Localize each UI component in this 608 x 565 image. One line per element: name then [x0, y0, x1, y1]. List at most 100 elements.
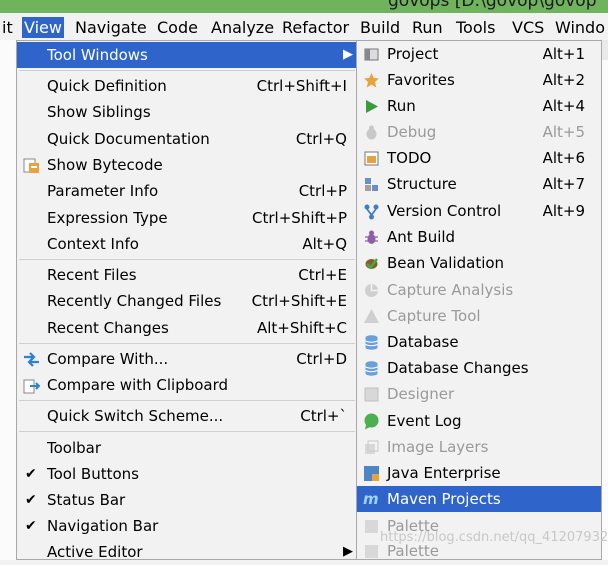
- menu-item-database[interactable]: Database: [357, 329, 601, 355]
- menu-separator: [19, 259, 355, 260]
- project-icon: [364, 48, 379, 61]
- menu-item-designer[interactable]: Designer: [357, 381, 601, 407]
- menu-separator: [19, 70, 355, 71]
- menu-item-label: Quick Definition: [47, 77, 167, 95]
- menu-item-compare-with[interactable]: Compare With... Ctrl+D: [17, 346, 357, 372]
- menu-item-shortcut: Ctrl+`: [300, 407, 347, 425]
- menu-item-label: Toolbar: [47, 439, 102, 457]
- menu-view[interactable]: View: [22, 17, 64, 38]
- menu-item-event-log[interactable]: Event Log: [357, 408, 601, 434]
- version-control-icon: [364, 204, 379, 220]
- menu-item-recently-changed-files[interactable]: Recently Changed Files Ctrl+Shift+E: [17, 288, 357, 314]
- menu-item-favorites[interactable]: Favorites Alt+2: [357, 67, 601, 93]
- menu-item-debug[interactable]: Debug Alt+5: [357, 119, 601, 145]
- menu-item-parameter-info[interactable]: Parameter Info Ctrl+P: [17, 178, 357, 204]
- menu-separator: [19, 400, 355, 401]
- menu-item-label: Recent Changes: [47, 319, 169, 337]
- checkmark-icon: ✔: [25, 518, 37, 534]
- menu-tools[interactable]: Tools: [454, 17, 497, 38]
- menu-item-shortcut: Ctrl+Q: [295, 130, 347, 148]
- menu-item-shortcut: Alt+9: [542, 202, 585, 220]
- menu-item-project[interactable]: Project Alt+1: [357, 41, 601, 67]
- menu-item-active-editor[interactable]: Active Editor ▶: [17, 539, 357, 565]
- menu-item-shortcut: Ctrl+Shift+E: [251, 292, 347, 310]
- menu-item-label: Compare With...: [47, 350, 169, 368]
- menu-item-toolbar[interactable]: Toolbar: [17, 435, 357, 461]
- menu-item-label: Expression Type: [47, 209, 168, 227]
- menu-item-shortcut: Ctrl+P: [298, 182, 347, 200]
- menu-item-structure[interactable]: Structure Alt+7: [357, 171, 601, 197]
- menu-item-label: Favorites: [387, 71, 455, 89]
- menu-item-image-layers[interactable]: Image Layers: [357, 434, 601, 460]
- menu-item-recent-files[interactable]: Recent Files Ctrl+E: [17, 262, 357, 288]
- menu-analyze[interactable]: Analyze: [209, 17, 276, 38]
- menu-separator: [19, 431, 355, 432]
- menu-item-shortcut: Alt+Q: [302, 235, 347, 253]
- menu-item-compare-with-clipboard[interactable]: Compare with Clipboard: [17, 372, 357, 398]
- menu-separator: [19, 343, 355, 344]
- menu-item-bean-validation[interactable]: Bean Validation: [357, 250, 601, 276]
- watermark: https://blog.csdn.net/qq_41207932: [380, 530, 608, 545]
- bean-validation-icon: [365, 258, 378, 270]
- view-menu: Tool Windows ▶ Quick Definition Ctrl+Shi…: [16, 40, 358, 561]
- menu-item-tool-buttons[interactable]: ✔ Tool Buttons: [17, 461, 357, 487]
- menu-item-context-info[interactable]: Context Info Alt+Q: [17, 231, 357, 257]
- menu-item-status-bar[interactable]: ✔ Status Bar: [17, 487, 357, 513]
- database-icon: [365, 335, 378, 350]
- menu-vcs[interactable]: VCS: [510, 17, 546, 38]
- menu-item-label: Show Siblings: [47, 103, 151, 121]
- menu-item-label: Tool Buttons: [47, 465, 139, 483]
- menu-item-version-control[interactable]: Version Control Alt+9: [357, 198, 601, 224]
- menu-item-navigation-bar[interactable]: ✔ Navigation Bar: [17, 513, 357, 539]
- menu-item-label: Version Control: [387, 202, 502, 220]
- menu-refactor[interactable]: Refactor: [280, 17, 351, 38]
- menu-run[interactable]: Run: [410, 17, 445, 38]
- menu-item-label: Image Layers: [387, 438, 489, 456]
- menu-item-label: Capture Tool: [387, 307, 481, 325]
- menu-item-capture-analysis[interactable]: Capture Analysis: [357, 277, 601, 303]
- menu-item-shortcut: Alt+4: [542, 97, 585, 115]
- maven-icon: m: [363, 490, 379, 508]
- event-log-icon: [364, 413, 379, 430]
- java-enterprise-icon: [364, 466, 379, 481]
- menu-item-recent-changes[interactable]: Recent Changes Alt+Shift+C: [17, 315, 357, 341]
- menu-edit[interactable]: it: [0, 17, 15, 38]
- menu-item-label: Tool Windows: [47, 46, 148, 64]
- menu-navigate[interactable]: Navigate: [73, 17, 149, 38]
- menu-item-capture-tool[interactable]: Capture Tool: [357, 303, 601, 329]
- menu-item-expression-type[interactable]: Expression Type Ctrl+Shift+P: [17, 205, 357, 231]
- menu-item-tool-windows[interactable]: Tool Windows ▶: [17, 42, 357, 68]
- menu-item-label: Java Enterprise: [387, 464, 501, 482]
- menu-item-quick-definition[interactable]: Quick Definition Ctrl+Shift+I: [17, 73, 357, 99]
- menu-item-label: Database Changes: [387, 359, 529, 377]
- menu-item-show-siblings[interactable]: Show Siblings: [17, 99, 357, 125]
- menu-item-label: Recently Changed Files: [47, 292, 222, 310]
- submenu-arrow-icon: ▶: [343, 47, 353, 62]
- menu-item-todo[interactable]: TODO Alt+6: [357, 145, 601, 171]
- menu-item-shortcut: Ctrl+D: [296, 350, 347, 368]
- menu-item-database-changes[interactable]: Database Changes: [357, 355, 601, 381]
- menu-item-maven-projects[interactable]: m Maven Projects: [357, 486, 601, 512]
- menu-code[interactable]: Code: [155, 17, 200, 38]
- menu-window[interactable]: Windo: [553, 17, 607, 38]
- structure-icon: [365, 178, 378, 191]
- menu-item-label: Active Editor: [47, 543, 143, 561]
- menu-item-label: Event Log: [387, 412, 462, 430]
- menu-item-ant-build[interactable]: Ant Build: [357, 224, 601, 250]
- palette-icon: [365, 545, 378, 558]
- menu-item-java-enterprise[interactable]: Java Enterprise: [357, 460, 601, 486]
- menu-item-run[interactable]: Run Alt+4: [357, 93, 601, 119]
- menu-item-quick-documentation[interactable]: Quick Documentation Ctrl+Q: [17, 126, 357, 152]
- menu-item-label: Bean Validation: [387, 254, 505, 272]
- menu-item-label: Navigation Bar: [47, 517, 159, 535]
- menu-item-shortcut: Alt+7: [542, 175, 585, 193]
- menu-item-show-bytecode[interactable]: Show Bytecode: [17, 152, 357, 178]
- checkmark-icon: ✔: [25, 466, 37, 482]
- star-icon: [364, 73, 379, 88]
- menu-build[interactable]: Build: [358, 17, 402, 38]
- menu-item-shortcut: Alt+2: [542, 71, 585, 89]
- menu-item-label: Compare with Clipboard: [47, 376, 229, 394]
- menu-item-quick-switch-scheme[interactable]: Quick Switch Scheme... Ctrl+`: [17, 403, 357, 429]
- run-icon: [366, 100, 378, 113]
- menu-item-label: Capture Analysis: [387, 281, 514, 299]
